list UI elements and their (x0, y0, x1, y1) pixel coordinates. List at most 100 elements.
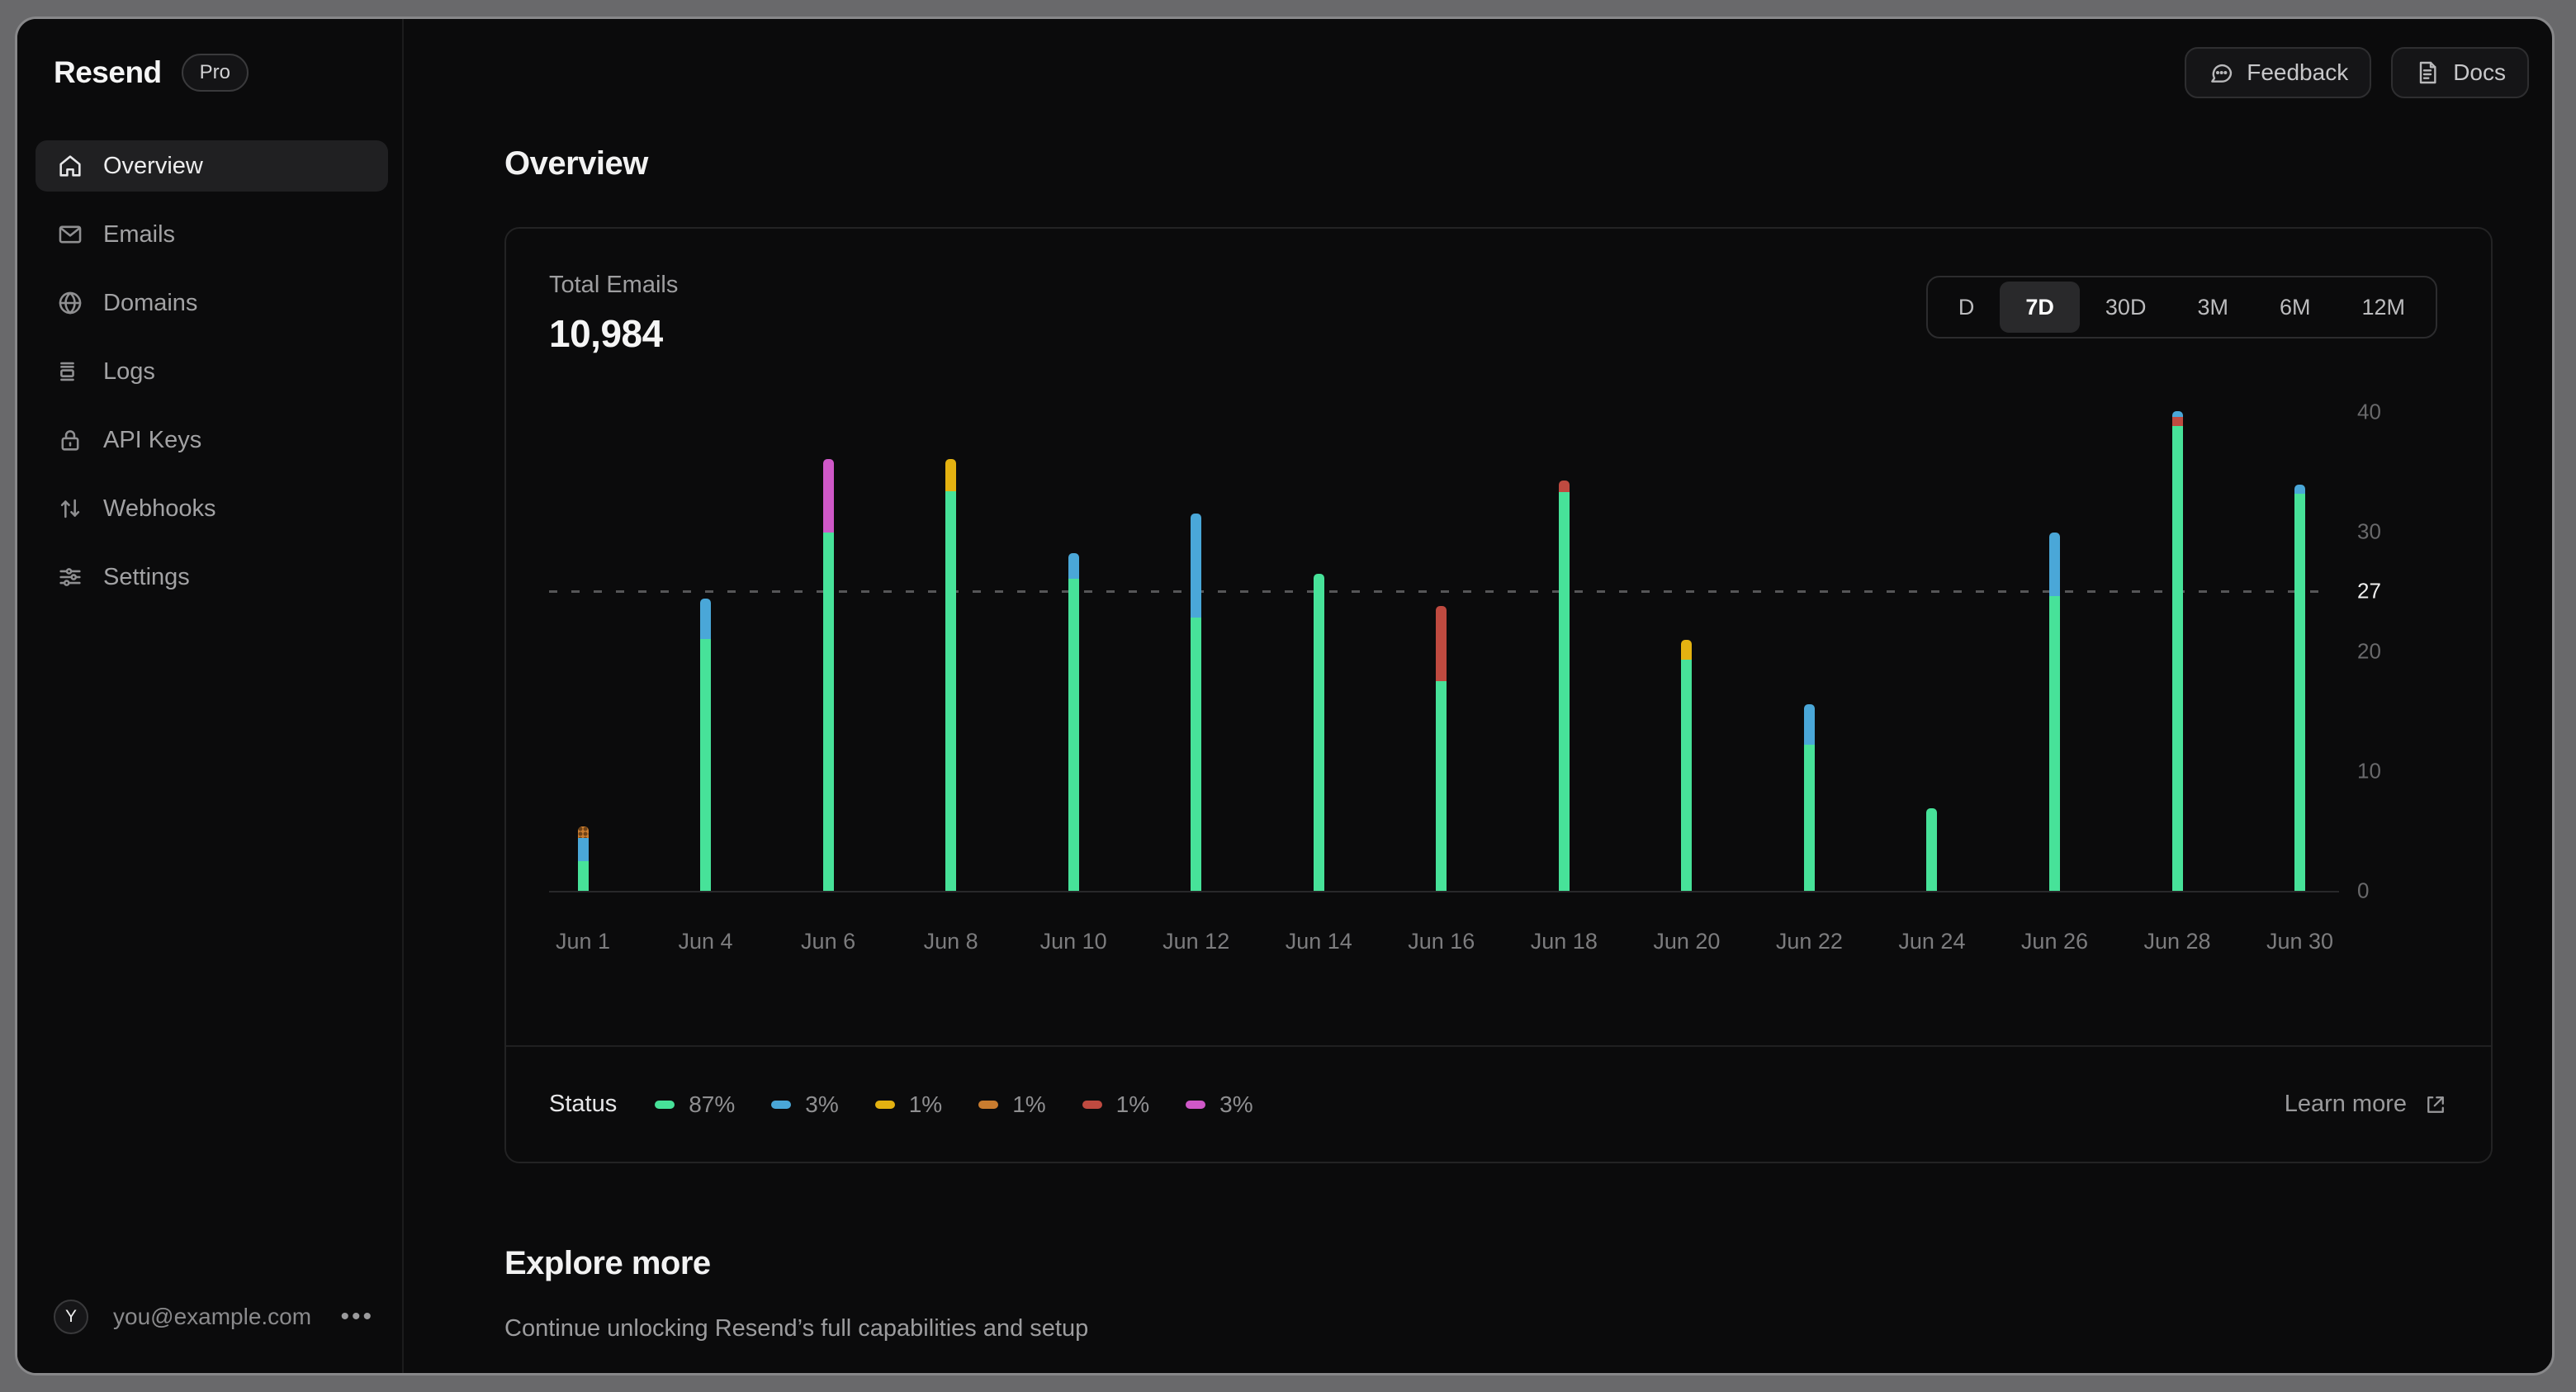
desktop-background: Resend Pro Overview Emails Domains Logs API … (0, 0, 2576, 1392)
sidebar-item-overview[interactable]: Overview (36, 140, 388, 192)
sidebar-item-settings[interactable]: Settings (36, 552, 388, 603)
feedback-button[interactable]: Feedback (2185, 47, 2372, 98)
bar-segment-status-green (1681, 660, 1693, 891)
bar-jun-1[interactable] (577, 826, 589, 891)
docs-label: Docs (2453, 59, 2506, 85)
bar-jun-10[interactable] (1068, 553, 1079, 891)
x-axis-label: Jun 12 (1163, 929, 1230, 954)
envelope-icon (56, 220, 84, 249)
x-axis-label: Jun 4 (678, 929, 733, 954)
sidebar-item-webhooks[interactable]: Webhooks (36, 483, 388, 534)
x-axis-label: Jun 14 (1285, 929, 1352, 954)
legend-percentage: 1% (1115, 1091, 1150, 1117)
reference-dotted-line (549, 590, 2332, 593)
legend-item-magenta: 3% (1186, 1091, 1253, 1118)
x-axis-label: Jun 24 (1898, 929, 1966, 954)
legend-item-green: 87% (655, 1091, 735, 1118)
bar-segment-status-green (1313, 573, 1324, 891)
x-axis-label: Jun 26 (2020, 929, 2088, 954)
bar-jun-22[interactable] (1803, 703, 1815, 891)
legend-swatch-green (655, 1100, 675, 1109)
main-content: Feedback Docs Overview Total Emails 10,9… (404, 19, 2552, 1373)
total-emails-card: Total Emails 10,984 D 7D 30D 3M 6M 12M Jun 1J… (504, 227, 2493, 1163)
bar-segment-status-green (1068, 578, 1079, 891)
avatar: Y (54, 1300, 88, 1334)
bar-jun-30[interactable] (2294, 485, 2306, 891)
docs-button[interactable]: Docs (2391, 47, 2529, 98)
sidebar-item-emails[interactable]: Emails (36, 209, 388, 260)
x-axis-label: Jun 1 (555, 929, 611, 954)
bar-segment-status-green (2171, 426, 2183, 891)
legend-percentage: 87% (689, 1091, 736, 1117)
bar-segment-status-green (822, 533, 834, 891)
ellipsis-menu-icon[interactable]: ••• (334, 1300, 381, 1334)
feedback-label: Feedback (2247, 59, 2349, 85)
explore-more-title: Explore more (504, 1245, 711, 1281)
bar-jun-26[interactable] (2048, 533, 2060, 891)
legend-swatch-magenta (1186, 1100, 1206, 1109)
bar-jun-6[interactable] (822, 458, 834, 891)
sidebar-item-label: Domains (103, 289, 198, 316)
y-axis-tick-30: 30 (2357, 518, 2381, 544)
x-axis-label: Jun 18 (1530, 929, 1598, 954)
bar-segment-status-green (1926, 807, 1938, 891)
learn-more-link[interactable]: Learn more (2285, 1091, 2448, 1118)
sidebar-item-logs[interactable]: Logs (36, 346, 388, 397)
legend: 87% 3% 1% 1% 1% 3% (655, 1091, 2284, 1118)
arrows-up-down-icon (56, 495, 84, 523)
legend-swatch-red (1082, 1100, 1102, 1109)
bar-segment-status-red (2171, 416, 2183, 427)
bar-segment-status-blue (2048, 533, 2060, 597)
y-axis-tick-40: 40 (2357, 399, 2381, 424)
bar-segment-status-magenta (822, 458, 834, 533)
legend-percentage: 1% (1012, 1091, 1046, 1117)
sidebar-item-label: API Keys (103, 426, 202, 453)
legend-percentage: 1% (908, 1091, 943, 1117)
x-axis-label: Jun 30 (2266, 929, 2334, 954)
bar-jun-20[interactable] (1681, 639, 1693, 891)
bar-jun-16[interactable] (1436, 605, 1447, 891)
sidebar: Resend Pro Overview Emails Domains Logs API … (17, 19, 404, 1373)
page-title: Overview (504, 145, 648, 182)
y-axis-tick-27: 27 (2357, 578, 2381, 604)
sidebar-item-api-keys[interactable]: API Keys (36, 414, 388, 466)
bar-segment-status-blue (1803, 703, 1815, 746)
legend-swatch-orange (978, 1100, 999, 1109)
bar-jun-8[interactable] (945, 458, 957, 891)
external-link-icon (2423, 1092, 2448, 1117)
user-row[interactable]: Y you@example.com ••• (54, 1294, 381, 1340)
feedback-bubble-icon (2208, 59, 2234, 86)
x-axis-label: Jun 28 (2143, 929, 2211, 954)
card-footer: Status 87% 3% 1% 1% 1% 3% Learn more (506, 1045, 2491, 1162)
pro-badge: Pro (181, 54, 249, 92)
bar-segment-status-yellow (1681, 639, 1693, 660)
bar-jun-12[interactable] (1191, 514, 1202, 891)
x-axis-label: Jun 22 (1775, 929, 1843, 954)
bar-segment-status-green (700, 639, 712, 891)
bar-segment-status-red (1558, 480, 1570, 493)
x-axis-label: Jun 6 (801, 929, 856, 954)
bar-segment-status-yellow (945, 458, 957, 491)
emails-bar-chart: Jun 1 Jun 4 Jun 6 Jun 8 Jun 10 Jun 12 Jun 14 Ju… (506, 229, 2491, 1046)
explore-more-subtitle: Continue unlocking Resend’s full capabil… (504, 1315, 1089, 1342)
bar-jun-18[interactable] (1558, 480, 1570, 891)
legend-percentage: 3% (805, 1091, 839, 1117)
y-axis-tick-20: 20 (2357, 638, 2381, 664)
bar-segment-status-blue (2171, 410, 2183, 417)
bar-segment-status-blue (700, 599, 712, 640)
bar-jun-4[interactable] (700, 599, 712, 891)
bar-segment-status-blue (1191, 514, 1202, 618)
x-axis-label: Jun 8 (923, 929, 978, 954)
legend-item-orange: 1% (978, 1091, 1046, 1118)
learn-more-label: Learn more (2284, 1091, 2407, 1117)
bar-segment-status-green (1803, 745, 1815, 891)
legend-item-blue: 3% (771, 1091, 839, 1118)
bar-jun-14[interactable] (1313, 573, 1324, 891)
bar-jun-24[interactable] (1926, 807, 1938, 891)
y-axis-tick-0: 0 (2357, 878, 2370, 903)
lock-icon (56, 426, 84, 454)
sidebar-item-domains[interactable]: Domains (36, 277, 388, 329)
legend-swatch-yellow (874, 1100, 895, 1109)
legend-item-yellow: 1% (874, 1091, 943, 1118)
bar-jun-28[interactable] (2171, 410, 2183, 891)
